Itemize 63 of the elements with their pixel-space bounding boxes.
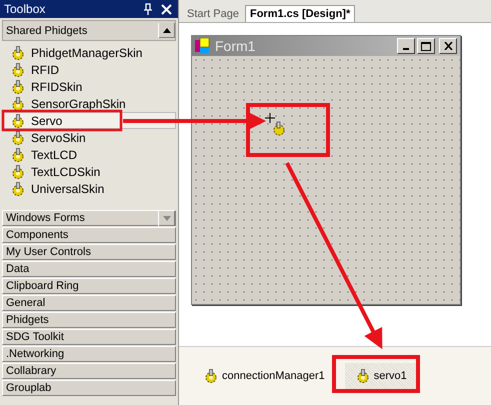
component-item[interactable]: servo1 xyxy=(344,363,417,389)
minimize-button[interactable] xyxy=(397,38,415,54)
item-label: RFID xyxy=(31,62,59,76)
category-tab[interactable]: Windows Forms xyxy=(2,210,176,226)
toolbox-item[interactable]: PhidgetManagerSkin xyxy=(2,44,176,61)
maximize-button[interactable] xyxy=(417,38,435,54)
down-arrow-icon xyxy=(163,216,171,220)
item-label: ServoSkin xyxy=(31,130,86,144)
gear-icon xyxy=(10,62,26,76)
gear-icon xyxy=(10,46,26,60)
toolbox-item[interactable]: UniversalSkin xyxy=(2,180,176,197)
gear-icon xyxy=(10,182,26,196)
form-icon xyxy=(195,38,211,54)
document-tab[interactable]: Form1.cs [Design]* xyxy=(244,5,356,22)
item-label: Servo xyxy=(31,114,62,128)
item-label: TextLCD xyxy=(31,148,78,162)
gear-icon xyxy=(354,369,371,383)
category-tab[interactable]: Collabrary xyxy=(2,363,176,379)
panel-title: Toolbox xyxy=(4,2,46,16)
item-label: TextLCDSkin xyxy=(31,164,100,178)
component-label: servo1 xyxy=(374,370,407,382)
item-label: SensorGraphSkin xyxy=(31,96,126,110)
component-item[interactable]: connectionManager1 xyxy=(193,363,335,389)
category-tab[interactable]: Components xyxy=(2,227,176,243)
gear-icon xyxy=(10,130,26,144)
section-title: Shared Phidgets xyxy=(6,24,88,36)
close-icon[interactable] xyxy=(161,4,172,14)
gear-icon xyxy=(10,164,26,178)
gear-icon xyxy=(10,114,26,128)
item-label: RFIDSkin xyxy=(31,80,82,94)
up-arrow-icon xyxy=(163,28,171,33)
component-label: connectionManager1 xyxy=(222,370,325,382)
form-title: Form1 xyxy=(215,38,256,54)
document-tab[interactable]: Start Page xyxy=(183,6,243,22)
toolbox-item[interactable]: ServoSkin xyxy=(2,129,176,146)
toolbox-item[interactable]: TextLCD xyxy=(2,146,176,163)
collapse-button[interactable] xyxy=(158,23,175,38)
category-tab[interactable]: General xyxy=(2,295,176,311)
category-tab[interactable]: Data xyxy=(2,261,176,277)
category-tab[interactable]: Clipboard Ring xyxy=(2,278,176,294)
toolbox-item[interactable]: SensorGraphSkin xyxy=(2,95,176,112)
section-header[interactable]: Shared Phidgets xyxy=(2,20,176,41)
close-icon xyxy=(444,42,452,50)
maximize-icon xyxy=(421,42,431,50)
dropdown-button[interactable] xyxy=(158,210,175,226)
category-tab[interactable]: .Networking xyxy=(2,346,176,362)
cursor-icon xyxy=(264,112,284,136)
category-tab[interactable]: SDG Toolkit xyxy=(2,329,176,345)
item-label: UniversalSkin xyxy=(31,182,104,196)
pin-icon[interactable] xyxy=(143,3,153,15)
category-tab[interactable]: Phidgets xyxy=(2,312,176,328)
category-tab[interactable]: My User Controls xyxy=(2,244,176,260)
toolbox-item[interactable]: RFID xyxy=(2,61,176,78)
gear-icon xyxy=(10,80,26,94)
category-label: Windows Forms xyxy=(6,212,85,224)
toolbox-item[interactable]: TextLCDSkin xyxy=(2,163,176,180)
toolbox-item[interactable]: RFIDSkin xyxy=(2,78,176,95)
close-button[interactable] xyxy=(439,38,457,54)
gear-icon xyxy=(10,96,26,110)
gear-icon xyxy=(203,369,219,383)
item-label: PhidgetManagerSkin xyxy=(31,46,142,60)
gear-icon xyxy=(10,148,26,162)
category-tab[interactable]: Grouplab xyxy=(2,380,176,396)
